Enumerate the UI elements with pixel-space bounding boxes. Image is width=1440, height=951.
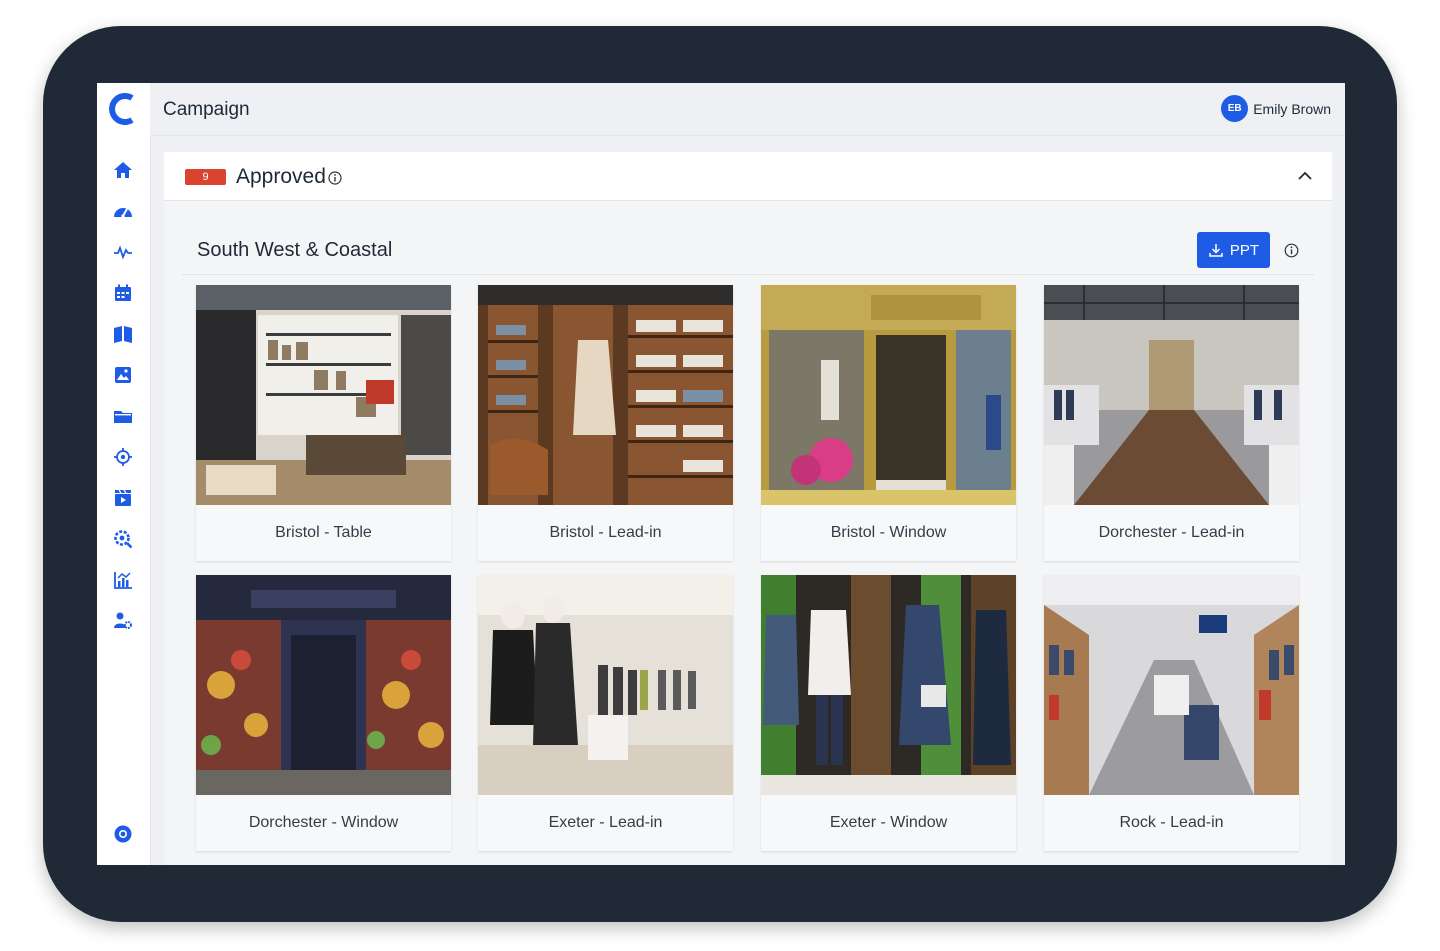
- sidebar-item-video[interactable]: [111, 486, 135, 510]
- folder-icon: [114, 411, 132, 423]
- video-clapper-icon: [115, 489, 131, 506]
- photo-card[interactable]: Dorchester - Window: [196, 575, 451, 851]
- photo-card[interactable]: Dorchester - Lead-in: [1044, 285, 1299, 561]
- card-caption: Dorchester - Window: [196, 795, 451, 851]
- card-caption: Dorchester - Lead-in: [1044, 505, 1299, 561]
- user-menu[interactable]: EB Emily Brown: [1221, 95, 1331, 122]
- card-caption: Exeter - Lead-in: [478, 795, 733, 851]
- book-icon: [114, 326, 132, 343]
- sidebar-item-calendar[interactable]: [111, 281, 135, 305]
- store-photo: [1044, 575, 1299, 795]
- sidebar-item-home[interactable]: [111, 158, 135, 182]
- analytics-chart-icon: [114, 572, 132, 589]
- page-title: Campaign: [163, 99, 250, 120]
- divider: [182, 274, 1314, 275]
- panel-header[interactable]: 9 Approved: [164, 152, 1332, 201]
- card-caption: Bristol - Lead-in: [478, 505, 733, 561]
- store-photo: [478, 285, 733, 505]
- photo-card[interactable]: Bristol - Window: [761, 285, 1016, 561]
- card-caption: Exeter - Window: [761, 795, 1016, 851]
- image-gallery-icon: [115, 367, 131, 383]
- user-name: Emily Brown: [1253, 100, 1331, 117]
- photo-card[interactable]: Exeter - Lead-in: [478, 575, 733, 851]
- activity-pulse-icon: [114, 245, 132, 260]
- info-icon[interactable]: [1284, 243, 1299, 258]
- card-caption: Bristol - Table: [196, 505, 451, 561]
- card-caption: Bristol - Window: [761, 505, 1016, 561]
- photo-card[interactable]: Exeter - Window: [761, 575, 1016, 851]
- sidebar-item-dashboard[interactable]: [111, 200, 135, 224]
- info-icon[interactable]: [328, 171, 342, 185]
- sidebar-item-search-settings[interactable]: [111, 527, 135, 551]
- photo-card[interactable]: Bristol - Table: [196, 285, 451, 561]
- search-settings-icon: [114, 530, 133, 549]
- approved-panel: 9 Approved South West & Coastal PPT Bris…: [164, 152, 1332, 865]
- sidebar-item-targeting[interactable]: [111, 445, 135, 469]
- card-caption: Rock - Lead-in: [1044, 795, 1299, 851]
- sidebar-item-user-settings[interactable]: [111, 609, 135, 633]
- sidebar-item-analytics[interactable]: [111, 568, 135, 592]
- ppt-button-label: PPT: [1229, 241, 1260, 259]
- store-photo: [478, 575, 733, 795]
- sidebar-item-folder[interactable]: [111, 404, 135, 428]
- target-location-icon: [114, 448, 132, 466]
- store-photo: [761, 285, 1016, 505]
- calendar-icon: [115, 284, 131, 301]
- photo-card[interactable]: Rock - Lead-in: [1044, 575, 1299, 851]
- sidebar: [97, 83, 151, 865]
- store-photo: [196, 285, 451, 505]
- store-photo: [761, 575, 1016, 795]
- sidebar-item-activity[interactable]: [111, 240, 135, 264]
- sidebar-help-button[interactable]: [111, 822, 135, 846]
- sidebar-item-gallery[interactable]: [111, 363, 135, 387]
- help-lifebuoy-icon: [114, 825, 132, 843]
- count-badge: 9: [185, 169, 226, 185]
- store-photo: [1044, 285, 1299, 505]
- app-logo[interactable]: [108, 92, 138, 126]
- group-title: South West & Coastal: [197, 239, 393, 261]
- status-label: Approved: [236, 165, 326, 188]
- dashboard-gauge-icon: [114, 208, 132, 218]
- avatar: EB: [1221, 95, 1249, 122]
- store-photo: [196, 575, 451, 795]
- download-icon: [1209, 244, 1223, 257]
- download-ppt-button[interactable]: PPT: [1197, 232, 1270, 268]
- home-icon: [114, 162, 132, 178]
- top-header: Campaign EB Emily Brown: [150, 83, 1345, 136]
- user-settings-icon: [114, 612, 132, 629]
- app-screen: Campaign EB Emily Brown 9 Approved South…: [97, 83, 1345, 865]
- sidebar-item-book[interactable]: [111, 322, 135, 346]
- photo-card[interactable]: Bristol - Lead-in: [478, 285, 733, 561]
- chevron-up-icon[interactable]: [1296, 167, 1314, 185]
